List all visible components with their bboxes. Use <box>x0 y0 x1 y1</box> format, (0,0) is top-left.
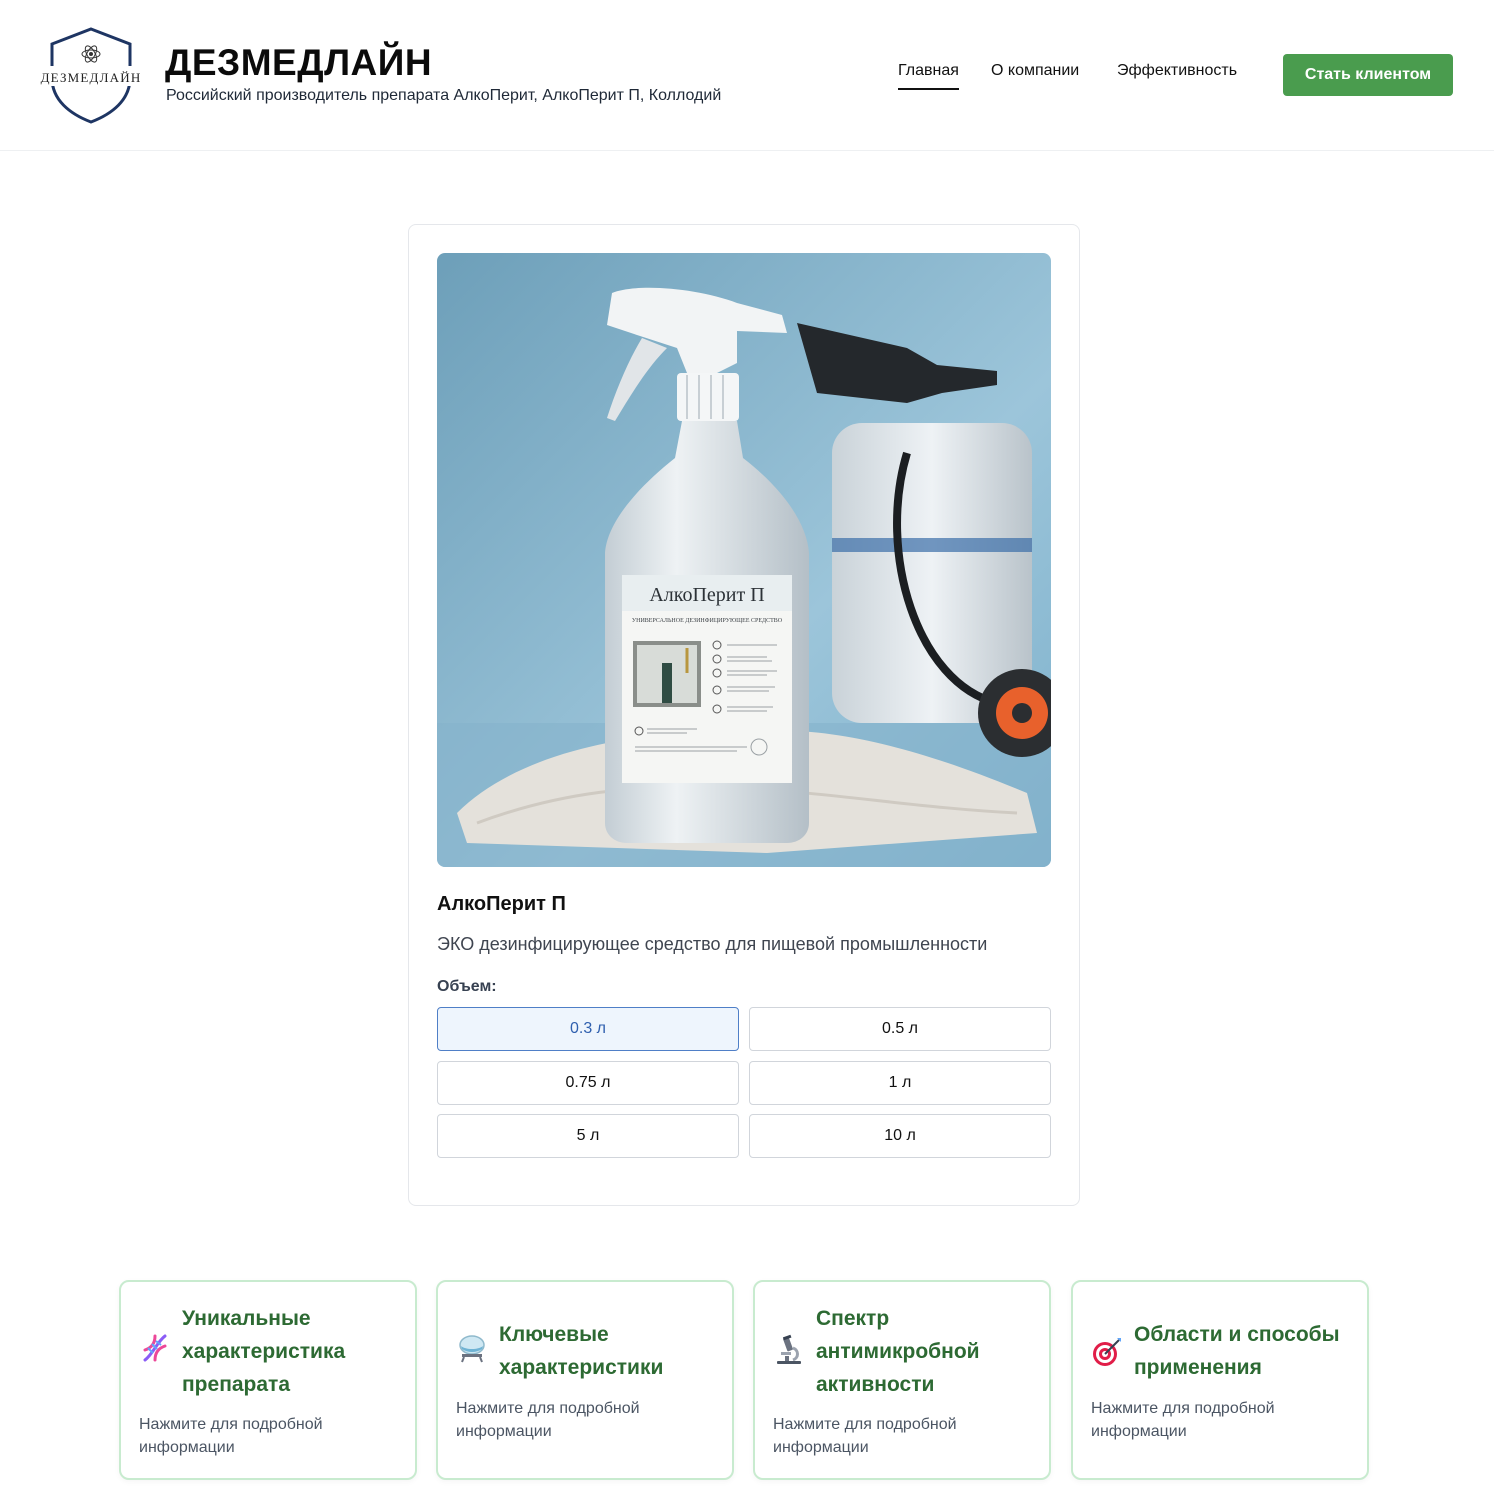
brand-subtitle: Российский производитель препарата АлкоП… <box>166 87 722 104</box>
feature-hint: Нажмите для подробной информации <box>456 1400 640 1440</box>
company-logo[interactable]: ДЕЗМЕДЛАЙН <box>38 26 144 124</box>
label-subtitle: УНИВЕРСАЛЬНОЕ ДЕЗИНФИЦИРУЮЩЕЕ СРЕДСТВО <box>632 618 783 624</box>
target-icon <box>1091 1336 1123 1368</box>
volume-option-0-3l[interactable]: 0.3 л <box>437 1007 739 1051</box>
volume-label: Объем: <box>437 978 497 995</box>
feature-card-unique[interactable]: Уникальные характеристика препарата Нажм… <box>119 1280 417 1480</box>
volume-option-0-5l[interactable]: 0.5 л <box>749 1007 1051 1051</box>
feature-hint: Нажмите для подробной информации <box>773 1416 957 1456</box>
feature-hint: Нажмите для подробной информации <box>1091 1400 1275 1440</box>
feature-title: Уникальные характеристика препарата <box>182 1307 346 1396</box>
logo-text: ДЕЗМЕДЛАЙН <box>41 70 142 85</box>
volume-option-5l[interactable]: 5 л <box>437 1114 739 1158</box>
feature-card-key[interactable]: Ключевые характеристики Нажмите для подр… <box>436 1280 734 1480</box>
microscope-icon <box>773 1334 805 1366</box>
feature-title: Спектр антимикробной активности <box>816 1307 980 1396</box>
feature-title: Ключевые характеристики <box>499 1323 664 1379</box>
volume-option-10l[interactable]: 10 л <box>749 1114 1051 1158</box>
product-description: ЭКО дезинфицирующее средство для пищевой… <box>437 934 988 954</box>
dna-icon <box>139 1332 171 1364</box>
feature-title: Области и способы применения <box>1134 1323 1340 1379</box>
site-header: ДЕЗМЕДЛАЙН ДЕЗМЕДЛАЙН Российский произво… <box>0 0 1494 151</box>
feature-card-spectrum[interactable]: Спектр антимикробной активности Нажмите … <box>753 1280 1051 1480</box>
product-card: АлкоПерит П УНИВЕРСАЛЬНОЕ ДЕЗИНФИЦИРУЮЩЕ… <box>408 224 1080 1206</box>
product-title: АлкоПерит П <box>437 893 566 915</box>
feature-hint: Нажмите для подробной информации <box>139 1416 323 1456</box>
feature-card-applications[interactable]: Области и способы применения Нажмите для… <box>1071 1280 1369 1480</box>
brand-title: ДЕЗМЕДЛАЙН <box>165 42 433 83</box>
label-product-name: АлкоПерит П <box>649 584 764 606</box>
volume-option-0-75l[interactable]: 0.75 л <box>437 1061 739 1105</box>
become-client-button[interactable]: Стать клиентом <box>1283 54 1453 96</box>
product-image: АлкоПерит П УНИВЕРСАЛЬНОЕ ДЕЗИНФИЦИРУЮЩЕ… <box>437 253 1051 867</box>
shield-logo-icon: ДЕЗМЕДЛАЙН <box>40 27 142 124</box>
nav-about[interactable]: О компании <box>991 61 1079 81</box>
flask-icon <box>456 1332 488 1364</box>
nav-home[interactable]: Главная <box>898 61 959 90</box>
volume-option-1l[interactable]: 1 л <box>749 1061 1051 1105</box>
nav-efficiency[interactable]: Эффективность <box>1117 61 1237 81</box>
